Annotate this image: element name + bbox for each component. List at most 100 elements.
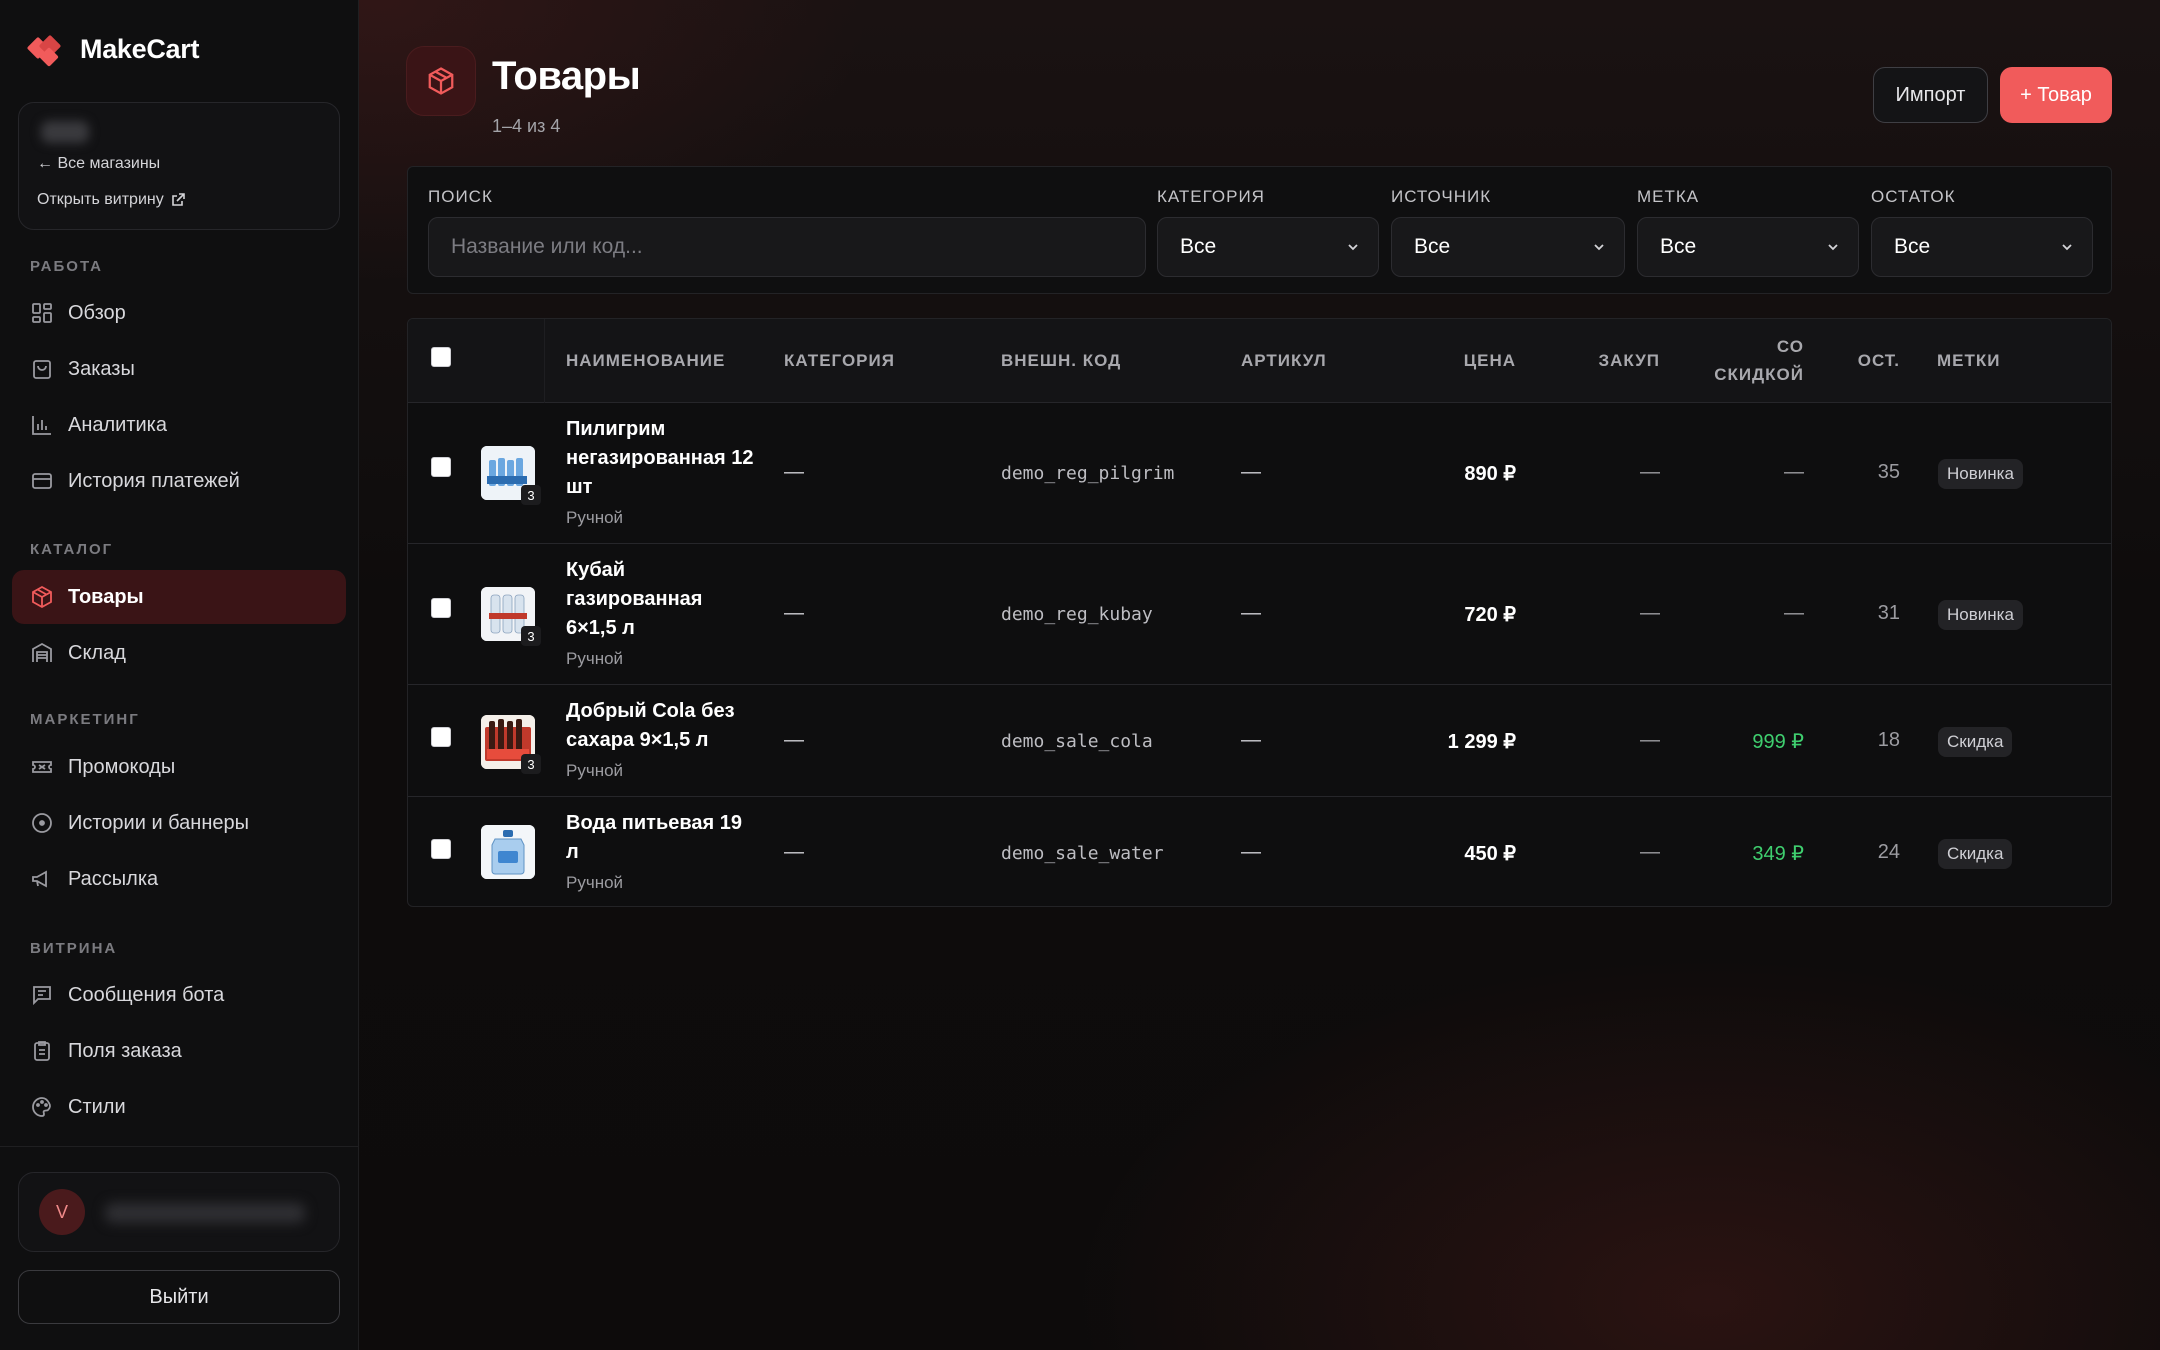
palette-icon [30,1095,54,1119]
table-row[interactable]: 3 Пилигрим негазированная 12 шт Ручной —… [408,403,2111,544]
product-source: Ручной [566,761,624,780]
row-checkbox[interactable] [431,598,451,618]
column-header-stock[interactable]: ОСТ. [1818,351,1900,371]
all-stores-link[interactable]: ← Все магазины [37,155,160,173]
user-card[interactable]: V [18,1172,340,1252]
column-header-discount-line1[interactable]: СО [1678,337,1804,357]
product-cost: — [1640,602,1660,624]
row-checkbox[interactable] [431,457,451,477]
product-price: 890 ₽ [1464,463,1516,485]
product-category: — [784,729,804,751]
product-source: Ручной [566,873,624,892]
source-select[interactable]: Все [1391,217,1625,277]
table-row[interactable]: 3 Кубай газированная 6×1,5 л Ручной — de… [408,544,2111,685]
sidebar-item-stories-banners[interactable]: Истории и баннеры [12,796,346,850]
column-header-discount-line2[interactable]: СКИДКОЙ [1678,365,1804,385]
box-icon [428,67,454,95]
product-category: — [784,602,804,624]
stock-select-value: Все [1894,235,1931,258]
column-separator [544,319,545,403]
column-header-ext-code[interactable]: ВНЕШН. КОД [1001,351,1121,371]
sidebar-item-analytics[interactable]: Аналитика [12,398,346,452]
search-input[interactable]: Название или код... [428,217,1146,277]
brand-name: MakeCart [80,33,200,64]
product-source: Ручной [566,649,624,668]
chevron-down-icon [1594,244,1604,251]
tag-select[interactable]: Все [1637,217,1859,277]
section-title-marketing: МАРКЕТИНГ [30,711,140,728]
dashboard-icon [30,301,54,325]
row-checkbox[interactable] [431,727,451,747]
sidebar-item-payment-history[interactable]: История платежей [12,454,346,508]
product-price: 1 299 ₽ [1447,731,1516,753]
product-tag-badge: Скидка [1938,839,2013,869]
import-button[interactable]: Импорт [1873,67,1988,123]
category-select[interactable]: Все [1157,217,1379,277]
sidebar-item-products[interactable]: Товары [12,570,346,624]
source-select-value: Все [1414,235,1451,258]
search-label: ПОИСК [428,187,493,206]
add-product-button[interactable]: + Товар [2000,67,2112,123]
product-source: Ручной [566,508,624,527]
page-subtitle: 1–4 из 4 [492,116,561,136]
open-storefront-link[interactable]: Открыть витрину [37,191,186,209]
product-name[interactable]: Вода питьевая 19 л [566,809,756,867]
sidebar-item-bot-messages[interactable]: Сообщения бота [12,968,346,1022]
sidebar-item-overview[interactable]: Обзор [12,286,346,340]
product-category: — [784,841,804,863]
category-select-value: Все [1180,235,1217,258]
column-header-price[interactable]: ЦЕНА [1408,351,1516,371]
product-tag-badge: Скидка [1938,727,2013,757]
table-row[interactable]: 3 Добрый Cola без сахара 9×1,5 л Ручной … [408,685,2111,797]
sidebar: MakeCart ← Все магазины Открыть витрину … [0,0,359,1350]
chevron-down-icon [1348,244,1358,251]
sidebar-item-styles[interactable]: Стили [12,1080,346,1134]
logout-button[interactable]: Выйти [18,1270,340,1324]
user-email-blurred [105,1203,305,1223]
circle-dot-icon [30,811,54,835]
column-header-category[interactable]: КАТЕГОРИЯ [784,351,895,371]
sidebar-item-order-fields[interactable]: Поля заказа [12,1024,346,1078]
sidebar-item-promocodes[interactable]: Промокоды [12,740,346,794]
product-discount-price: — [1784,602,1804,624]
products-table: НАИМЕНОВАНИЕ КАТЕГОРИЯ ВНЕШН. КОД АРТИКУ… [407,318,2112,907]
open-storefront-label: Открыть витрину [37,191,164,208]
column-header-sku[interactable]: АРТИКУЛ [1241,351,1327,371]
product-tag-badge: Новинка [1938,600,2023,630]
row-checkbox[interactable] [431,839,451,859]
product-cost: — [1640,841,1660,863]
bag-icon [30,357,54,381]
sidebar-item-warehouse[interactable]: Склад [12,626,346,680]
product-ext-code: demo_reg_kubay [1001,604,1153,625]
chart-icon [30,413,54,437]
stock-select[interactable]: Все [1871,217,2093,277]
source-label: ИСТОЧНИК [1391,187,1492,206]
table-row[interactable]: Вода питьевая 19 л Ручной — demo_sale_wa… [408,797,2111,906]
sidebar-item-label: Рассылка [68,867,159,890]
product-discount-price: 999 ₽ [1752,731,1804,753]
image-count-badge: 3 [521,754,541,774]
column-header-tags[interactable]: МЕТКИ [1937,351,2000,371]
column-header-cost[interactable]: ЗАКУП [1548,351,1660,371]
product-name[interactable]: Добрый Cola без сахара 9×1,5 л [566,697,756,755]
product-sku: — [1241,729,1261,751]
product-price: 720 ₽ [1464,604,1516,626]
select-all-checkbox[interactable] [431,347,451,367]
product-tag-badge: Новинка [1938,459,2023,489]
sidebar-item-orders[interactable]: Заказы [12,342,346,396]
warehouse-icon [30,641,54,665]
sidebar-item-label: Аналитика [68,413,167,436]
tag-select-value: Все [1660,235,1697,258]
brand[interactable]: MakeCart [26,30,199,68]
avatar: V [39,1189,85,1235]
column-header-name[interactable]: НАИМЕНОВАНИЕ [566,351,725,371]
sidebar-item-label: Сообщения бота [68,983,225,1006]
product-name[interactable]: Пилигрим негазированная 12 шт [566,415,756,502]
product-discount-price: — [1784,461,1804,483]
product-thumbnail [481,825,535,879]
product-cost: — [1640,461,1660,483]
sidebar-item-label: История платежей [68,469,240,492]
sidebar-item-mailing[interactable]: Рассылка [12,852,346,906]
product-name[interactable]: Кубай газированная 6×1,5 л [566,556,756,643]
product-stock: 31 [1877,602,1900,624]
